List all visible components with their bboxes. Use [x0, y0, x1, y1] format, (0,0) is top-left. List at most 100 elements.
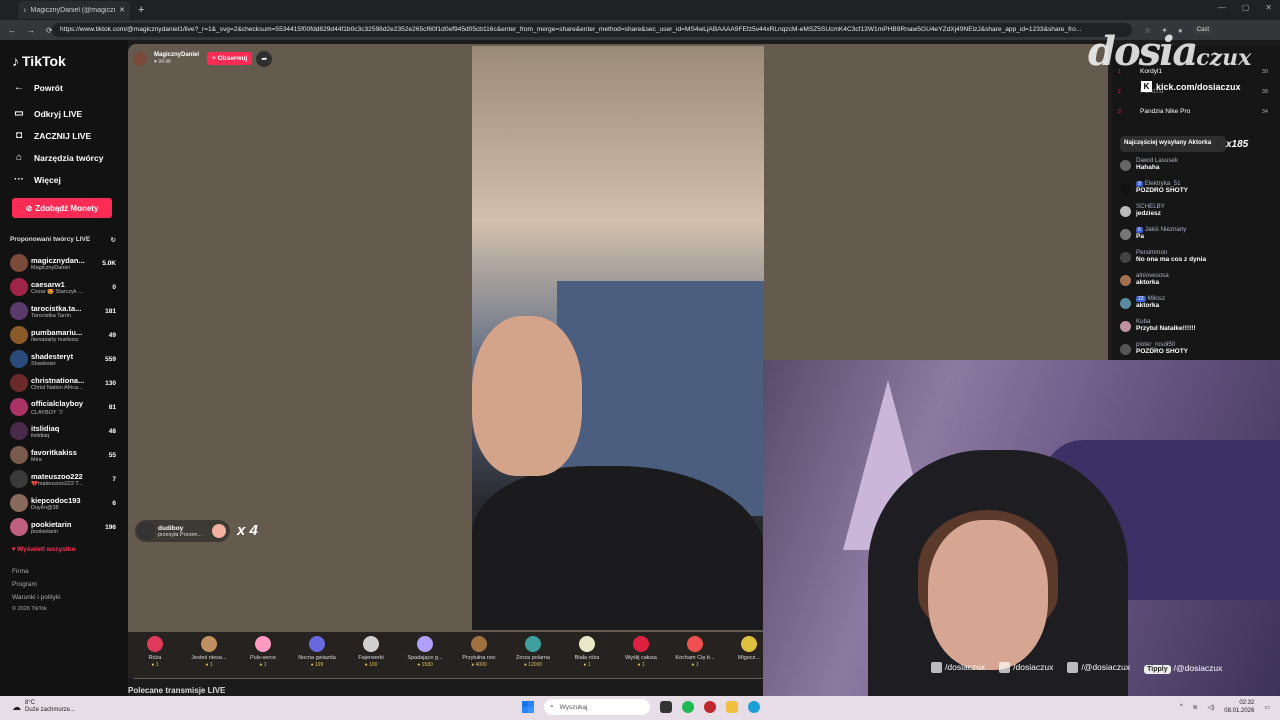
- get-coins-button[interactable]: ⊘ Zdobądź Monety: [12, 198, 112, 218]
- creator-row[interactable]: pookietarin pookietarin 196: [10, 516, 116, 538]
- gift-item[interactable]: Kocham Cię b... ● 1: [668, 632, 722, 678]
- browser-tab[interactable]: ♪ MagicznyDaniel (@magiczny... ✕: [18, 1, 130, 19]
- share-icon[interactable]: ➦: [256, 50, 273, 67]
- chat-avatar[interactable]: [1120, 229, 1131, 240]
- creator-row[interactable]: christnationa... Christ Nation Africa...…: [10, 372, 116, 394]
- footer-program[interactable]: Program: [12, 581, 37, 588]
- chat-username[interactable]: SCHELBY: [1136, 203, 1165, 210]
- creator-row[interactable]: favoritkakiss Mira 55: [10, 444, 116, 466]
- creator-viewers: 49: [108, 331, 116, 339]
- chat-username[interactable]: alniovesosa: [1136, 272, 1169, 279]
- chat-username[interactable]: Dawid Lasusek: [1136, 157, 1178, 164]
- rank-number: 2: [1118, 88, 1121, 95]
- gift-item[interactable]: Wyślij całusa ● 1: [614, 632, 668, 678]
- task-view-icon[interactable]: [660, 701, 672, 713]
- rank-row[interactable]: 3 Pandzia Nike Pro 34: [1118, 108, 1268, 115]
- nav-creator-tools[interactable]: ⌂ Narzędzia twórcy: [12, 152, 103, 163]
- gift-item[interactable]: Zorza polarna ● 12000: [506, 632, 560, 678]
- clock[interactable]: 02:32 08.01.2026: [1224, 699, 1254, 715]
- file-explorer-icon[interactable]: [726, 701, 738, 713]
- kick-icon: K: [1141, 81, 1152, 92]
- creator-row[interactable]: mateuszoo222 💔mateuszoo222 T... 7: [10, 468, 116, 490]
- chat-username[interactable]: 6 Jakiś Nieznany: [1136, 226, 1186, 233]
- gift-label: Róża: [148, 655, 162, 661]
- chat-avatar[interactable]: [1120, 344, 1131, 355]
- creator-avatar: [10, 422, 28, 440]
- creator-row[interactable]: shadesteryt Shadester 559: [10, 348, 116, 370]
- gift-item[interactable]: Róża ● 1: [128, 632, 182, 678]
- show-all-link[interactable]: ▾ Wyświetl wszystko: [12, 545, 75, 553]
- weather-widget[interactable]: ☁ 8°C Duże zachmurze...: [12, 700, 75, 714]
- gift-label: Fajerwerki: [358, 655, 384, 661]
- chat-avatar[interactable]: [1120, 275, 1131, 286]
- refresh-icon[interactable]: ↻: [111, 236, 116, 244]
- creator-row[interactable]: magicznydan... MagicznyDaniel 5.0K: [10, 252, 116, 274]
- follow-button[interactable]: + Obserwuj: [207, 52, 253, 65]
- chat-avatar[interactable]: [1120, 321, 1131, 332]
- spotify-icon[interactable]: [682, 701, 694, 713]
- taskbar-search[interactable]: ⌕ Wyszukaj: [544, 699, 650, 715]
- chat-message: 6 Jakiś Nieznany Pa: [1120, 226, 1278, 240]
- chat-username[interactable]: 23 Miłosz: [1136, 295, 1165, 302]
- live-video[interactable]: [472, 46, 764, 630]
- gift-item[interactable]: Fajerwerki ● 100: [344, 632, 398, 678]
- nav-start-live[interactable]: ◘ ZACZNIJ LIVE: [12, 130, 91, 141]
- minimize-icon[interactable]: —: [1218, 3, 1226, 12]
- creator-row[interactable]: itslidiaq itslidiaq 48: [10, 420, 116, 442]
- edge-icon[interactable]: [748, 701, 760, 713]
- windows-taskbar: ☁ 8°C Duże zachmurze... ⌕ Wyszukaj ^ ≋ ◁) …: [0, 696, 1280, 720]
- creator-name: itslidiaq: [31, 423, 60, 433]
- gift-item[interactable]: Spadające g... ● 1580: [398, 632, 452, 678]
- notification-icon[interactable]: ▭: [1264, 704, 1270, 711]
- url-field[interactable]: https://www.tiktok.com/@magicznydaniel1/…: [52, 23, 1132, 37]
- chat-avatar[interactable]: [1120, 183, 1131, 194]
- chat-message: SCHELBY jedziesz: [1120, 203, 1278, 217]
- nav-more[interactable]: ··· Więcej: [12, 174, 61, 185]
- creator-row[interactable]: pumbamariu... nienażarty markosz 49: [10, 324, 116, 346]
- gift-item[interactable]: Nocna gwiazda ● 199: [290, 632, 344, 678]
- close-tab-icon[interactable]: ✕: [119, 6, 125, 14]
- gift-item[interactable]: Przytulna noc ● 4000: [452, 632, 506, 678]
- new-tab-button[interactable]: +: [138, 4, 144, 16]
- creator-row[interactable]: kiepcodoc193 Duyên@38 6: [10, 492, 116, 514]
- chevron-up-icon[interactable]: ^: [1180, 704, 1183, 710]
- host-avatar[interactable]: [133, 51, 147, 66]
- chat-message: pioter_rosół50 POZDRO SHOTY: [1120, 341, 1278, 355]
- gift-price: ● 1: [259, 662, 267, 668]
- back-icon[interactable]: ←: [8, 26, 16, 35]
- chat-avatar[interactable]: [1120, 160, 1131, 171]
- windows-start-icon[interactable]: [522, 701, 534, 713]
- tiktok-logo[interactable]: ♪ TikTok: [12, 53, 66, 69]
- maximize-icon[interactable]: ▢: [1242, 3, 1250, 12]
- chat-avatar[interactable]: [1120, 252, 1131, 263]
- recommended-title: Polecane transmisje LIVE: [128, 686, 226, 695]
- chat-username[interactable]: pioter_rosół50: [1136, 341, 1188, 348]
- gift-item[interactable]: Biała róża ● 1: [560, 632, 614, 678]
- close-window-icon[interactable]: ✕: [1265, 3, 1272, 12]
- forward-icon[interactable]: →: [27, 26, 35, 35]
- gift-icon: [741, 636, 757, 652]
- gift-item[interactable]: Puls-serce ● 1: [236, 632, 290, 678]
- chat-avatar[interactable]: [1120, 298, 1131, 309]
- footer-terms[interactable]: Warunki i polityki: [12, 594, 61, 601]
- creator-row[interactable]: tarocistka.ta... Tarocistka Tarrin 181: [10, 300, 116, 322]
- nav-discover-live[interactable]: ▭ Odkryj LIVE: [12, 108, 82, 119]
- rank-count: 34: [1261, 108, 1268, 115]
- creator-viewers: 6: [112, 499, 116, 507]
- volume-icon[interactable]: ◁): [1208, 704, 1215, 711]
- host-name[interactable]: MagicznyDaniel: [154, 52, 199, 59]
- wifi-icon[interactable]: ≋: [1193, 704, 1198, 711]
- chat-username[interactable]: Persimmon: [1136, 249, 1206, 256]
- creator-name: caesarw1: [31, 279, 65, 289]
- back-link[interactable]: ← Powrót: [12, 82, 63, 93]
- app-icon[interactable]: [704, 701, 716, 713]
- chat-username[interactable]: 9 Elektryka_51: [1136, 180, 1188, 187]
- chat-username[interactable]: Kuba: [1136, 318, 1196, 325]
- chat-avatar[interactable]: [1120, 206, 1131, 217]
- tiktok-sidebar: ♪ TikTok ← Powrót ▭ Odkryj LIVE ◘ ZACZNIJ LI…: [0, 40, 128, 696]
- footer-company[interactable]: Firma: [12, 568, 29, 575]
- rank-name: Pandzia Nike Pro: [1140, 108, 1191, 115]
- gift-item[interactable]: Jesteś niesa... ● 1: [182, 632, 236, 678]
- creator-row[interactable]: officialclayboy CLAYBOY ツ 81: [10, 396, 116, 418]
- creator-row[interactable]: caesarw1 Cezar 😍 Starczyk ... 0: [10, 276, 116, 298]
